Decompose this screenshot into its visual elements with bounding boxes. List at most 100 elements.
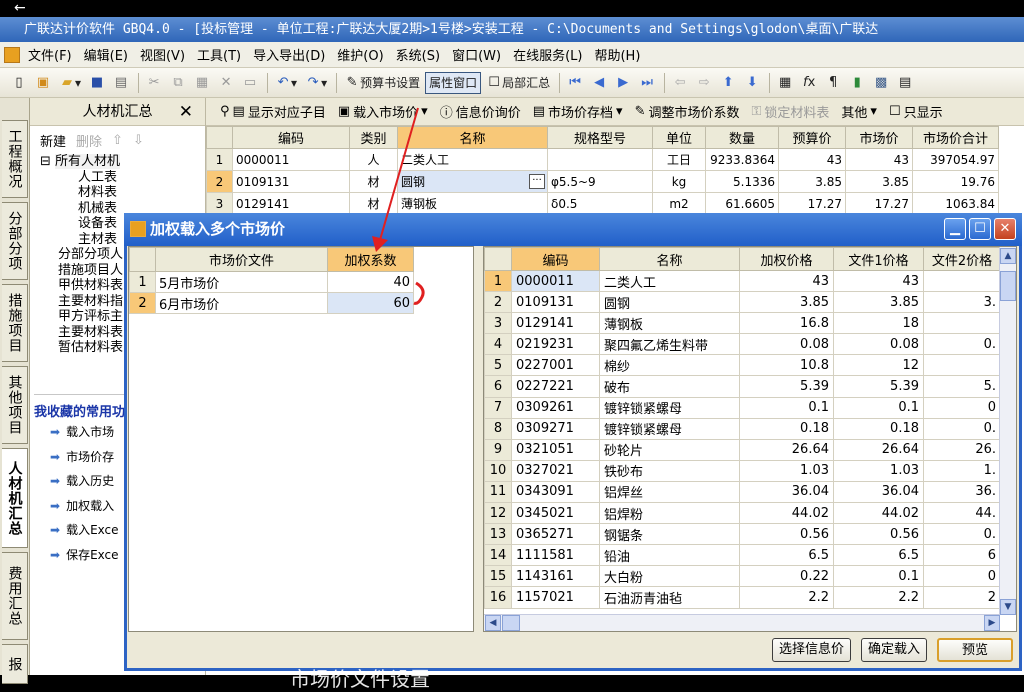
cell-file2-price[interactable]: 5. xyxy=(923,375,1001,398)
column-header[interactable]: 数量 xyxy=(705,126,779,149)
cell-budget-price[interactable]: 17.27 xyxy=(778,192,846,215)
last-icon[interactable]: ⏭ xyxy=(636,72,658,94)
cell-market-price[interactable]: 43 xyxy=(845,148,913,171)
table-row[interactable]: 6 0227221 破布 5.39 5.39 5. xyxy=(484,375,1001,398)
cell-code[interactable]: 0365271 xyxy=(511,523,600,546)
prev-icon[interactable]: ◀ xyxy=(588,72,610,94)
list-icon[interactable]: ▤ xyxy=(894,72,916,94)
cell-name[interactable]: 破布 xyxy=(599,375,740,398)
local-summary-toggle[interactable]: ☐ 局部汇总 xyxy=(483,72,553,94)
table-row[interactable]: 7 0309261 镀锌锁紧螺母 0.1 0.1 0 xyxy=(484,396,1001,419)
new-project-icon[interactable]: ▣ xyxy=(32,72,54,94)
cell-name[interactable]: 圆钢 xyxy=(599,291,740,314)
cell-code[interactable]: 0227001 xyxy=(511,354,600,377)
cell-weighted-price[interactable]: 0.18 xyxy=(739,417,834,440)
budget-settings-button[interactable]: ✎ 预算书设置 xyxy=(341,72,423,94)
cell-file2-price[interactable] xyxy=(923,312,1001,335)
cell-name[interactable]: 二类人工 xyxy=(397,148,548,171)
tab-measures[interactable]: 措施项目 xyxy=(2,284,28,362)
menu-view[interactable]: 视图(V) xyxy=(134,45,191,64)
cell-name[interactable]: 棉纱 xyxy=(599,354,740,377)
paragraph-icon[interactable]: ¶ xyxy=(822,72,844,94)
move-up-icon[interactable]: ⬆ xyxy=(717,72,739,94)
column-header[interactable]: 规格型号 xyxy=(547,126,653,149)
app-menu-icon[interactable] xyxy=(4,46,20,63)
cell-weighted-price[interactable]: 0.22 xyxy=(739,565,834,588)
column-header[interactable]: 市场价文件 xyxy=(155,247,328,272)
cell-name[interactable]: 铝焊丝 xyxy=(599,480,740,504)
cell-code[interactable]: 1157021 xyxy=(511,586,600,609)
cell-weighted-price[interactable]: 0.1 xyxy=(739,396,834,419)
cell-weighted-price[interactable]: 0.56 xyxy=(739,523,834,546)
column-header[interactable]: 加权价格 xyxy=(739,247,834,271)
scroll-up-icon[interactable]: ▲ xyxy=(1000,248,1016,264)
paste-icon[interactable]: ▦ xyxy=(191,72,213,94)
cell-code[interactable]: 0109131 xyxy=(232,170,350,193)
cell-file1-price[interactable]: 5.39 xyxy=(833,375,924,398)
cell-file1-price[interactable]: 6.5 xyxy=(833,544,924,567)
cell-code[interactable]: 0219231 xyxy=(511,333,600,356)
chart-icon[interactable]: ▩ xyxy=(870,72,892,94)
cell-weighted-price[interactable]: 0.08 xyxy=(739,333,834,356)
tab-other-items[interactable]: 其他项目 xyxy=(2,366,28,444)
cell-file1-price[interactable]: 3.85 xyxy=(833,291,924,314)
column-header[interactable]: 市场价合计 xyxy=(912,126,999,149)
minimize-icon[interactable]: ▁ xyxy=(944,218,966,240)
cell-category[interactable]: 材 xyxy=(349,192,398,215)
formula-icon[interactable]: fx xyxy=(798,72,820,94)
table-row[interactable]: 14 1111581 铅油 6.5 6.5 6 xyxy=(484,544,1001,567)
maximize-icon[interactable]: ☐ xyxy=(969,218,991,240)
show-child-button[interactable]: ⚲ ▤ 显示对应子目 xyxy=(220,102,326,121)
cell-coefficient[interactable]: 40 xyxy=(327,271,414,293)
scroll-thumb[interactable] xyxy=(502,615,520,631)
cell-file1-price[interactable]: 0.1 xyxy=(833,396,924,419)
cell-weighted-price[interactable]: 3.85 xyxy=(739,291,834,314)
cell-name[interactable]: 薄钢板 xyxy=(599,312,740,335)
table-row[interactable]: 12 0345021 铝焊粉 44.02 44.02 44. xyxy=(484,502,1001,525)
cell-quantity[interactable]: 9233.8364 xyxy=(705,148,779,171)
cell-file1-price[interactable]: 0.18 xyxy=(833,417,924,440)
menu-edit[interactable]: 编辑(E) xyxy=(78,45,134,64)
cell-file[interactable]: 6月市场价 xyxy=(155,292,328,314)
new-file-icon[interactable]: ▯ xyxy=(8,72,30,94)
cell-code[interactable]: 0000011 xyxy=(232,148,350,171)
cell-code[interactable]: 0109131 xyxy=(511,291,600,314)
cell-weighted-price[interactable]: 43 xyxy=(739,269,834,293)
cell-file1-price[interactable]: 0.56 xyxy=(833,523,924,546)
cell-quantity[interactable]: 61.6605 xyxy=(705,192,779,215)
cell-market-total[interactable]: 1063.84 xyxy=(912,192,999,215)
property-window-button[interactable]: 属性窗口 xyxy=(425,71,482,94)
load-market-price-button[interactable]: ▣ 载入市场价 ▾ xyxy=(338,102,428,121)
column-header[interactable]: 编码 xyxy=(232,126,350,149)
cell-market-price[interactable]: 17.27 xyxy=(845,192,913,215)
cell-code[interactable]: 0321051 xyxy=(511,438,600,461)
lock-material-button[interactable]: ⚿ 锁定材料表 xyxy=(751,102,829,121)
cell-market-price[interactable]: 3.85 xyxy=(845,170,913,193)
column-header[interactable]: 预算价 xyxy=(778,126,846,149)
cell-code[interactable]: 0309261 xyxy=(511,396,600,419)
cell-code[interactable]: 0345021 xyxy=(511,502,600,525)
other-menu-button[interactable]: 其他 ▾ xyxy=(841,102,877,121)
cell-file2-price[interactable]: 0 xyxy=(923,396,1001,419)
select-info-price-button[interactable]: 选择信息价 xyxy=(771,638,851,662)
cell-code[interactable]: 1143161 xyxy=(511,565,600,588)
move-left-icon[interactable]: ⇦ xyxy=(669,72,691,94)
column-header[interactable]: 类别 xyxy=(349,126,398,149)
cell-name[interactable]: 镀锌锁紧螺母 xyxy=(599,396,740,419)
cell-file1-price[interactable]: 26.64 xyxy=(833,438,924,461)
cell-code[interactable]: 1111581 xyxy=(511,544,600,567)
cell-name[interactable]: 铝焊粉 xyxy=(599,502,740,525)
column-header[interactable]: 市场价 xyxy=(845,126,913,149)
cell-file1-price[interactable]: 0.08 xyxy=(833,333,924,356)
cell-file2-price[interactable] xyxy=(923,354,1001,377)
menu-file[interactable]: 文件(F) xyxy=(22,45,78,64)
cell-file2-price[interactable]: 0. xyxy=(923,523,1001,546)
cell-market-total[interactable]: 397054.97 xyxy=(912,148,999,171)
cell-budget-price[interactable]: 3.85 xyxy=(778,170,846,193)
delete-icon[interactable]: ✕ xyxy=(215,72,237,94)
cell-file2-price[interactable]: 6 xyxy=(923,544,1001,567)
delete-button[interactable]: 删除 xyxy=(76,131,102,150)
table-row[interactable]: 1 5月市场价 40 xyxy=(129,271,473,293)
cell-market-total[interactable]: 19.76 xyxy=(912,170,999,193)
column-header[interactable]: 单位 xyxy=(652,126,706,149)
